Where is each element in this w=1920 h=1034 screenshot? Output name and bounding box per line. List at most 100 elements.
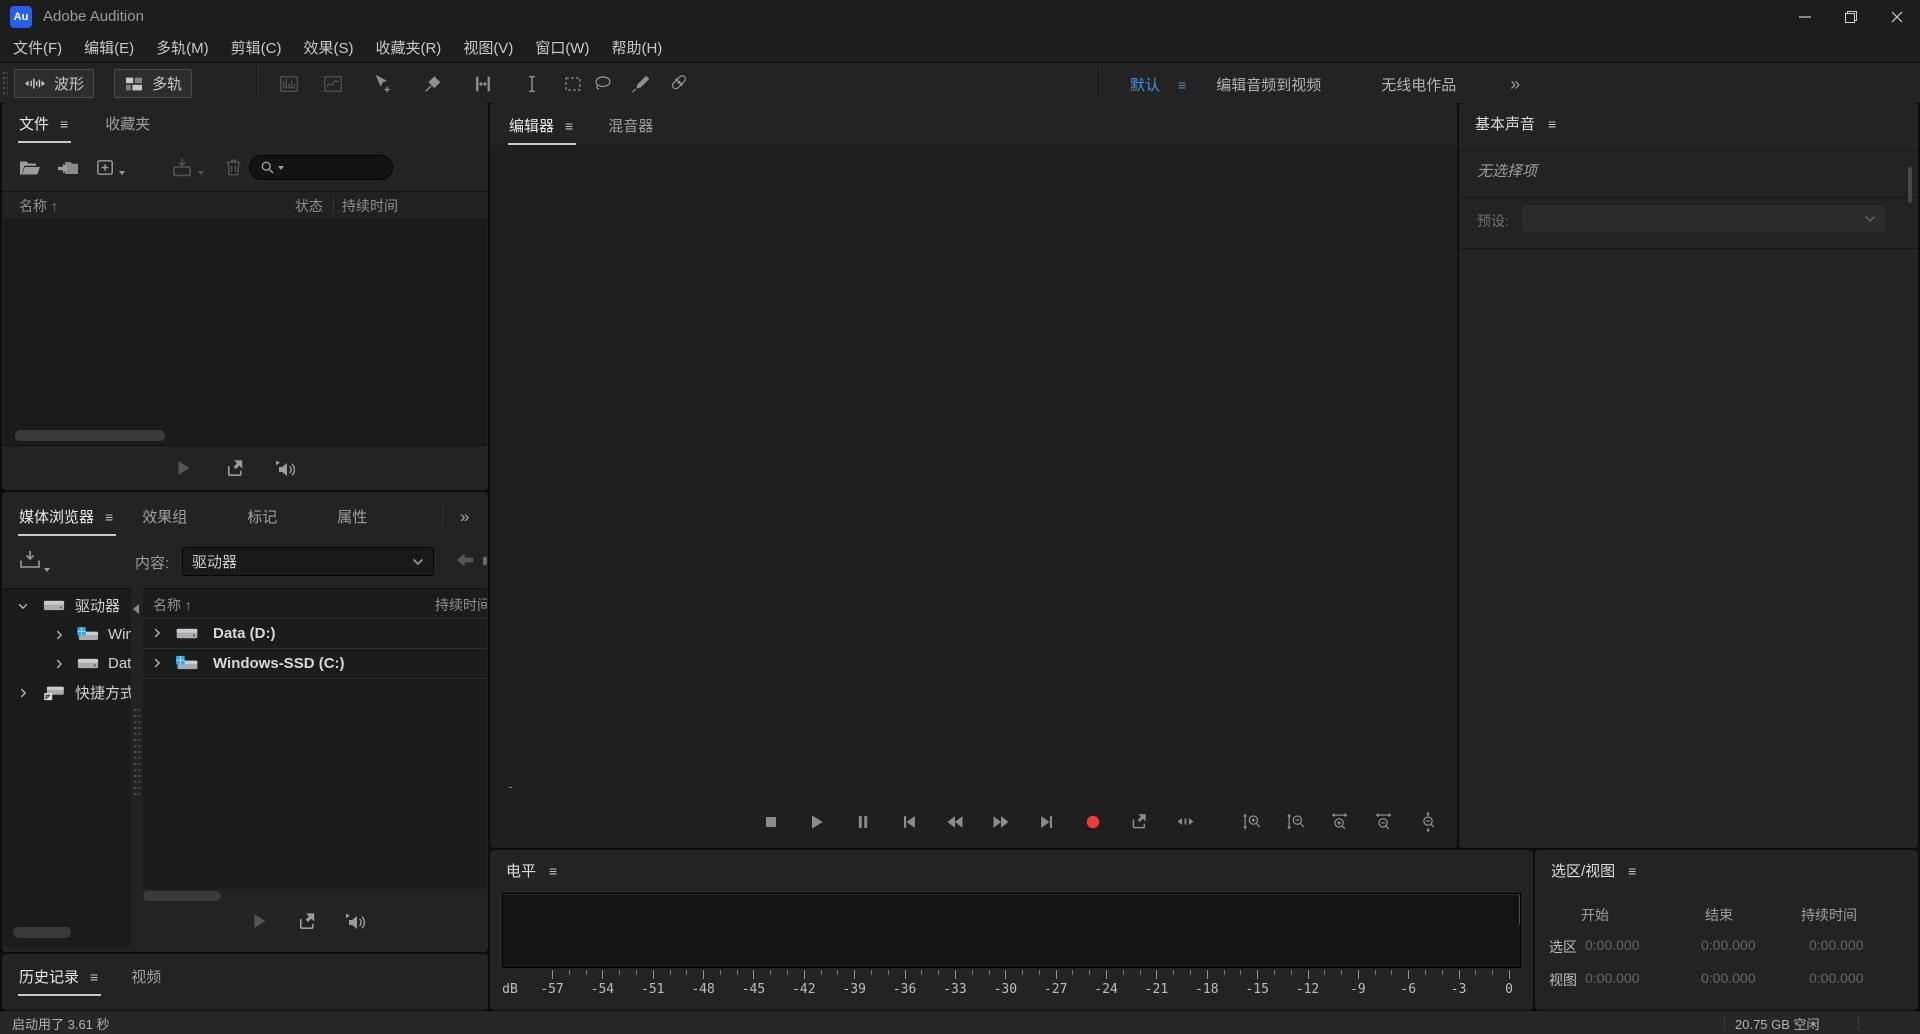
tab-properties[interactable]: 属性 xyxy=(337,506,367,536)
media-import-icon[interactable] xyxy=(18,548,42,572)
spot-healing-brush-tool-icon[interactable] xyxy=(668,73,690,95)
play-button[interactable] xyxy=(794,812,840,832)
splitter-grip[interactable] xyxy=(134,708,140,798)
tab-overflow-chevron-icon[interactable]: » xyxy=(460,507,469,536)
media-list-hscrollbar[interactable] xyxy=(143,891,221,901)
skip-selection-button[interactable] xyxy=(1162,811,1208,832)
menu-item[interactable]: 多轨(M) xyxy=(145,37,220,58)
move-tool-icon[interactable] xyxy=(372,73,394,95)
waveform-display-icon[interactable] xyxy=(278,73,300,95)
panel-menu-icon[interactable]: ≡ xyxy=(60,117,68,131)
panel-menu-icon[interactable]: ≡ xyxy=(90,970,98,984)
chevron-expanded-icon[interactable] xyxy=(17,600,29,612)
chevron-collapsed-icon[interactable] xyxy=(151,657,163,669)
files-column-header[interactable]: 名称 ↑ 状态 持续时间 xyxy=(2,191,488,219)
menu-item[interactable]: 窗口(W) xyxy=(524,37,600,58)
preview-play-icon[interactable] xyxy=(172,457,194,479)
chevron-collapsed-icon[interactable] xyxy=(17,687,29,699)
zoom-in-vertical-button[interactable] xyxy=(1230,811,1274,833)
time-selection-tool-icon[interactable] xyxy=(472,73,494,95)
loop-playback-icon[interactable] xyxy=(296,910,319,933)
fast-forward-button[interactable] xyxy=(978,812,1024,832)
column-duration[interactable]: 持续时间 xyxy=(342,196,398,216)
stop-button[interactable] xyxy=(748,812,794,832)
ibeam-tool-icon[interactable] xyxy=(521,73,543,95)
workspace-tab-default[interactable]: 默认 xyxy=(1130,74,1160,95)
forward-arrow-clipped-icon[interactable] xyxy=(483,557,487,565)
tab-editor[interactable]: 编辑器 ≡ xyxy=(508,115,577,145)
preview-play-icon[interactable] xyxy=(248,910,270,932)
workspace-menu-icon[interactable]: ≡ xyxy=(1178,77,1186,93)
zoom-out-horizontal-button[interactable] xyxy=(1362,811,1406,833)
menu-item[interactable]: 收藏夹(R) xyxy=(364,37,452,58)
razor-tool-icon[interactable] xyxy=(422,73,444,95)
preset-dropdown[interactable] xyxy=(1522,205,1885,232)
tree-item-drives[interactable]: 驱动器 xyxy=(3,591,120,620)
toolbar-drag-handle[interactable] xyxy=(2,71,8,96)
save-media-icon[interactable] xyxy=(170,156,194,180)
media-splitter[interactable] xyxy=(131,588,143,946)
tab-markers[interactable]: 标记 xyxy=(247,506,277,536)
tree-item-windows-ssd[interactable]: Windows-SSD (C:) xyxy=(3,620,131,649)
marquee-selection-tool-icon[interactable] xyxy=(562,73,584,95)
menu-item[interactable]: 文件(F) xyxy=(2,37,73,58)
selection-end-value[interactable]: 0:00.000 xyxy=(1701,937,1771,953)
autoplay-speaker-icon[interactable] xyxy=(274,457,298,481)
close-button[interactable] xyxy=(1874,0,1920,33)
workspace-tab-radio-production[interactable]: 无线电作品 xyxy=(1381,74,1456,95)
tab-files[interactable]: 文件 ≡ xyxy=(18,113,72,143)
files-list-empty[interactable] xyxy=(3,218,487,446)
record-button[interactable] xyxy=(1070,812,1116,832)
media-list-header[interactable]: 名称 ↑ 持续时间 xyxy=(143,589,487,618)
view-start-value[interactable]: 0:00.000 xyxy=(1585,970,1655,986)
tab-history[interactable]: 历史记录 ≡ xyxy=(18,966,102,996)
chevron-collapsed-icon[interactable] xyxy=(53,629,65,641)
menu-item[interactable]: 效果(S) xyxy=(292,37,364,58)
column-divider[interactable] xyxy=(333,195,334,215)
waveform-view-button[interactable]: 波形 xyxy=(14,69,95,98)
open-file-icon[interactable] xyxy=(18,156,42,180)
splitter-collapse-icon[interactable] xyxy=(133,604,139,614)
tab-favorites[interactable]: 收藏夹 xyxy=(105,113,150,143)
view-end-value[interactable]: 0:00.000 xyxy=(1701,970,1771,986)
panel-menu-icon[interactable]: ≡ xyxy=(1548,117,1556,131)
restore-button[interactable] xyxy=(1828,0,1874,33)
panel-menu-icon[interactable]: ≡ xyxy=(565,119,573,133)
column-status[interactable]: 状态 xyxy=(295,196,323,216)
content-dropdown[interactable]: 驱动器 xyxy=(182,547,434,576)
panel-menu-icon[interactable]: ≡ xyxy=(1628,864,1636,878)
minimize-button[interactable] xyxy=(1782,0,1828,33)
chevron-collapsed-icon[interactable] xyxy=(53,658,65,670)
zoom-in-horizontal-button[interactable] xyxy=(1318,811,1362,833)
view-duration-value[interactable]: 0:00.000 xyxy=(1809,970,1879,986)
level-meter[interactable] xyxy=(502,893,1521,968)
tree-item-shortcuts[interactable]: 快捷方式 xyxy=(3,678,131,707)
column-duration[interactable]: 持续时间 xyxy=(435,595,487,615)
multitrack-view-button[interactable]: 多轨 xyxy=(114,69,193,98)
search-input[interactable] xyxy=(249,155,393,180)
spectral-display-icon[interactable] xyxy=(322,73,344,95)
panel-menu-icon[interactable]: ≡ xyxy=(105,510,113,524)
zoom-out-vertical-button[interactable] xyxy=(1274,811,1318,833)
media-row-windows-ssd[interactable]: Windows-SSD (C:) xyxy=(143,648,487,678)
autoplay-speaker-icon[interactable] xyxy=(344,910,368,934)
chevron-collapsed-icon[interactable] xyxy=(151,627,163,639)
lasso-selection-tool-icon[interactable] xyxy=(592,73,614,95)
selection-duration-value[interactable]: 0:00.000 xyxy=(1809,937,1879,953)
panel-menu-icon[interactable]: ≡ xyxy=(549,864,557,878)
media-row-data-drive[interactable]: Data (D:) xyxy=(143,618,487,648)
tab-mixer[interactable]: 混音器 xyxy=(608,115,653,145)
import-file-icon[interactable] xyxy=(56,156,80,180)
tab-effects-rack[interactable]: 效果组 xyxy=(142,506,187,536)
workspace-overflow-chevron-icon[interactable]: » xyxy=(1510,74,1520,95)
tab-video[interactable]: 视频 xyxy=(131,966,161,996)
skip-to-end-button[interactable] xyxy=(1024,812,1070,832)
loop-playback-icon[interactable] xyxy=(224,457,247,480)
back-arrow-icon[interactable] xyxy=(454,549,476,571)
rewind-button[interactable] xyxy=(932,812,978,832)
files-hscrollbar[interactable] xyxy=(15,430,165,441)
trash-icon[interactable] xyxy=(222,156,245,179)
tab-media-browser[interactable]: 媒体浏览器 ≡ xyxy=(18,506,117,536)
menu-item[interactable]: 视图(V) xyxy=(452,37,524,58)
column-name[interactable]: 名称 ↑ xyxy=(153,595,192,615)
